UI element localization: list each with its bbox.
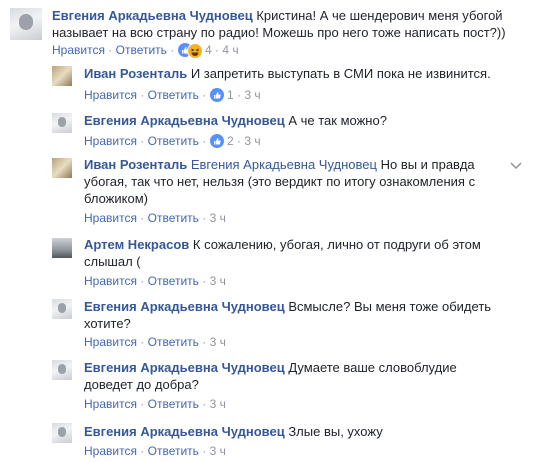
comment-author[interactable]: Евгения Аркадьевна Чудновец [84,113,285,128]
comment-author[interactable]: Артем Некрасов [84,237,189,252]
reaction-count[interactable]: 1 [227,88,234,102]
reply-comment: Евгения Аркадьевна Чудновец А че так мож… [0,108,553,153]
comment-author[interactable]: Евгения Аркадьевна Чудновец [52,8,253,23]
like-button[interactable]: Нравится [84,211,137,225]
like-button[interactable]: Нравится [84,134,137,148]
reaction-count[interactable]: 4 [205,43,212,57]
reaction-count[interactable]: 2 [227,134,234,148]
timestamp[interactable]: 3 ч [210,211,226,225]
like-button[interactable]: Нравится [84,335,137,349]
comment-author[interactable]: Евгения Аркадьевна Чудновец [84,360,285,375]
reply-button[interactable]: Ответить [148,274,199,288]
reactions[interactable] [209,88,224,102]
comment-author[interactable]: Иван Розенталь [84,157,187,172]
avatar[interactable] [52,299,72,319]
comment-text: И запретить выступать в СМИ пока не изви… [190,66,491,81]
reactions[interactable] [209,134,224,148]
comment-text-line: бложиком) [84,191,148,206]
avatar[interactable] [52,360,72,380]
reply-button[interactable]: Ответить [148,335,199,349]
avatar[interactable] [52,66,72,86]
comment-text: А че так можно? [288,113,387,128]
reply-button[interactable]: Ответить [116,43,167,57]
avatar[interactable] [52,158,72,178]
reply-button[interactable]: Ответить [148,211,199,225]
comment-text-line: доведет до добра? [84,377,199,392]
like-button[interactable]: Нравится [84,444,137,458]
like-button[interactable]: Нравится [84,274,137,288]
comment-text-line: называет на всю страну по радио! Можешь … [52,25,506,40]
comment-text: Думаете ваше словоблудие [288,360,457,375]
timestamp[interactable]: 3 ч [210,397,226,411]
like-button[interactable]: Нравится [84,88,137,102]
chevron-down-icon[interactable] [510,162,522,170]
reply-comment: Иван Розенталь Евгения Аркадьевна Чуднов… [0,154,553,230]
like-button[interactable]: Нравится [84,397,137,411]
mention-link[interactable]: Евгения Аркадьевна Чудновец [191,157,377,172]
reply-comment: Артем Некрасов К сожалению, убогая, личн… [0,233,553,291]
avatar[interactable] [52,113,72,133]
reply-comment: Иван Розенталь И запретить выступать в С… [0,62,553,107]
timestamp[interactable]: 4 ч [222,43,238,57]
reply-button[interactable]: Ответить [148,88,199,102]
like-reaction-icon [209,134,224,148]
comment-text: Злые вы, ухожу [288,424,383,439]
comment-author[interactable]: Евгения Аркадьевна Чудновец [84,299,285,314]
reply-button[interactable]: Ответить [148,444,199,458]
comment-text-line: убогая, так что нет, нельзя (это вердикт… [84,174,476,189]
comment: Евгения Аркадьевна Чудновец Кристина! А … [0,0,553,60]
comment-text: Но вы и правда [380,157,475,172]
comment-text-line: слышал ( [84,254,141,269]
like-reaction-icon [209,88,224,102]
reply-comment: Евгения Аркадьевна Чудновец Думаете ваше… [0,354,553,412]
reply-comment: Евгения Аркадьевна Чудновец Злые вы, ухо… [0,418,553,462]
reply-button[interactable]: Ответить [148,397,199,411]
timestamp[interactable]: 3 ч [210,444,226,458]
haha-reaction-icon [186,43,203,59]
like-button[interactable]: Нравится [52,43,105,57]
avatar[interactable] [52,238,72,258]
comment-text-line: хотите? [84,316,131,331]
reply-comment: Евгения Аркадьевна Чудновец Всмысле? Вы … [0,293,553,351]
reply-button[interactable]: Ответить [148,134,199,148]
reactions[interactable] [177,43,203,59]
timestamp[interactable]: 3 ч [244,88,260,102]
timestamp[interactable]: 3 ч [210,274,226,288]
timestamp[interactable]: 3 ч [244,134,260,148]
comment-text: Кристина! А че шендерович меня убогой [256,8,503,23]
comment-author[interactable]: Евгения Аркадьевна Чудновец [84,424,285,439]
comment-text: К сожалению, убогая, лично от подруги об… [192,237,481,252]
timestamp[interactable]: 3 ч [210,335,226,349]
avatar[interactable] [10,8,42,40]
comment-text: Всмысле? Вы меня тоже обидеть [288,299,492,314]
avatar[interactable] [52,423,72,443]
comment-author[interactable]: Иван Розенталь [84,66,187,81]
